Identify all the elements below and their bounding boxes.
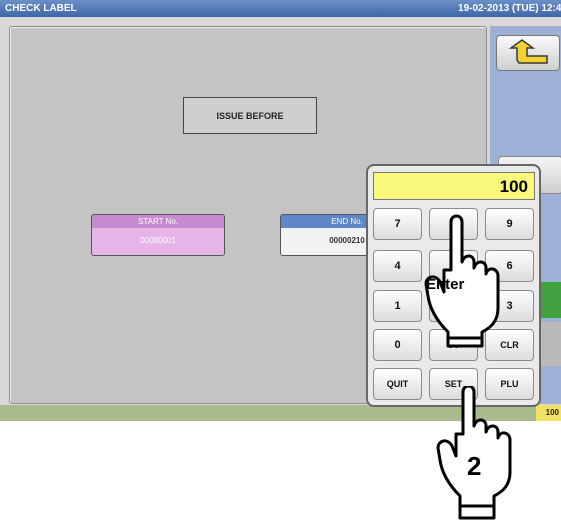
- start-number-value: 00000001: [92, 228, 224, 255]
- key-0[interactable]: 0: [373, 329, 422, 361]
- issue-before-box: ISSUE BEFORE: [183, 97, 317, 134]
- status-value: 100: [536, 405, 561, 421]
- key-1[interactable]: 1: [373, 290, 422, 322]
- key-7[interactable]: 7: [373, 208, 422, 240]
- datetime-display: 19-02-2013 (TUE) 12:48: [458, 3, 561, 14]
- return-arrow-icon: [508, 39, 548, 64]
- start-number-field[interactable]: START No. 00000001: [91, 214, 225, 256]
- title-bar: CHECK LABEL 19-02-2013 (TUE) 12:48: [0, 0, 561, 17]
- key-4[interactable]: 4: [373, 250, 422, 282]
- enter-annotation: Enter: [426, 276, 465, 293]
- issue-before-label: ISSUE BEFORE: [216, 110, 284, 121]
- window-title: CHECK LABEL: [5, 3, 77, 14]
- step-number-annotation: 2: [467, 451, 482, 481]
- quit-button[interactable]: QUIT: [373, 368, 422, 400]
- start-number-label: START No.: [92, 215, 224, 228]
- back-button[interactable]: [496, 35, 560, 71]
- keypad-display: 100: [373, 172, 535, 200]
